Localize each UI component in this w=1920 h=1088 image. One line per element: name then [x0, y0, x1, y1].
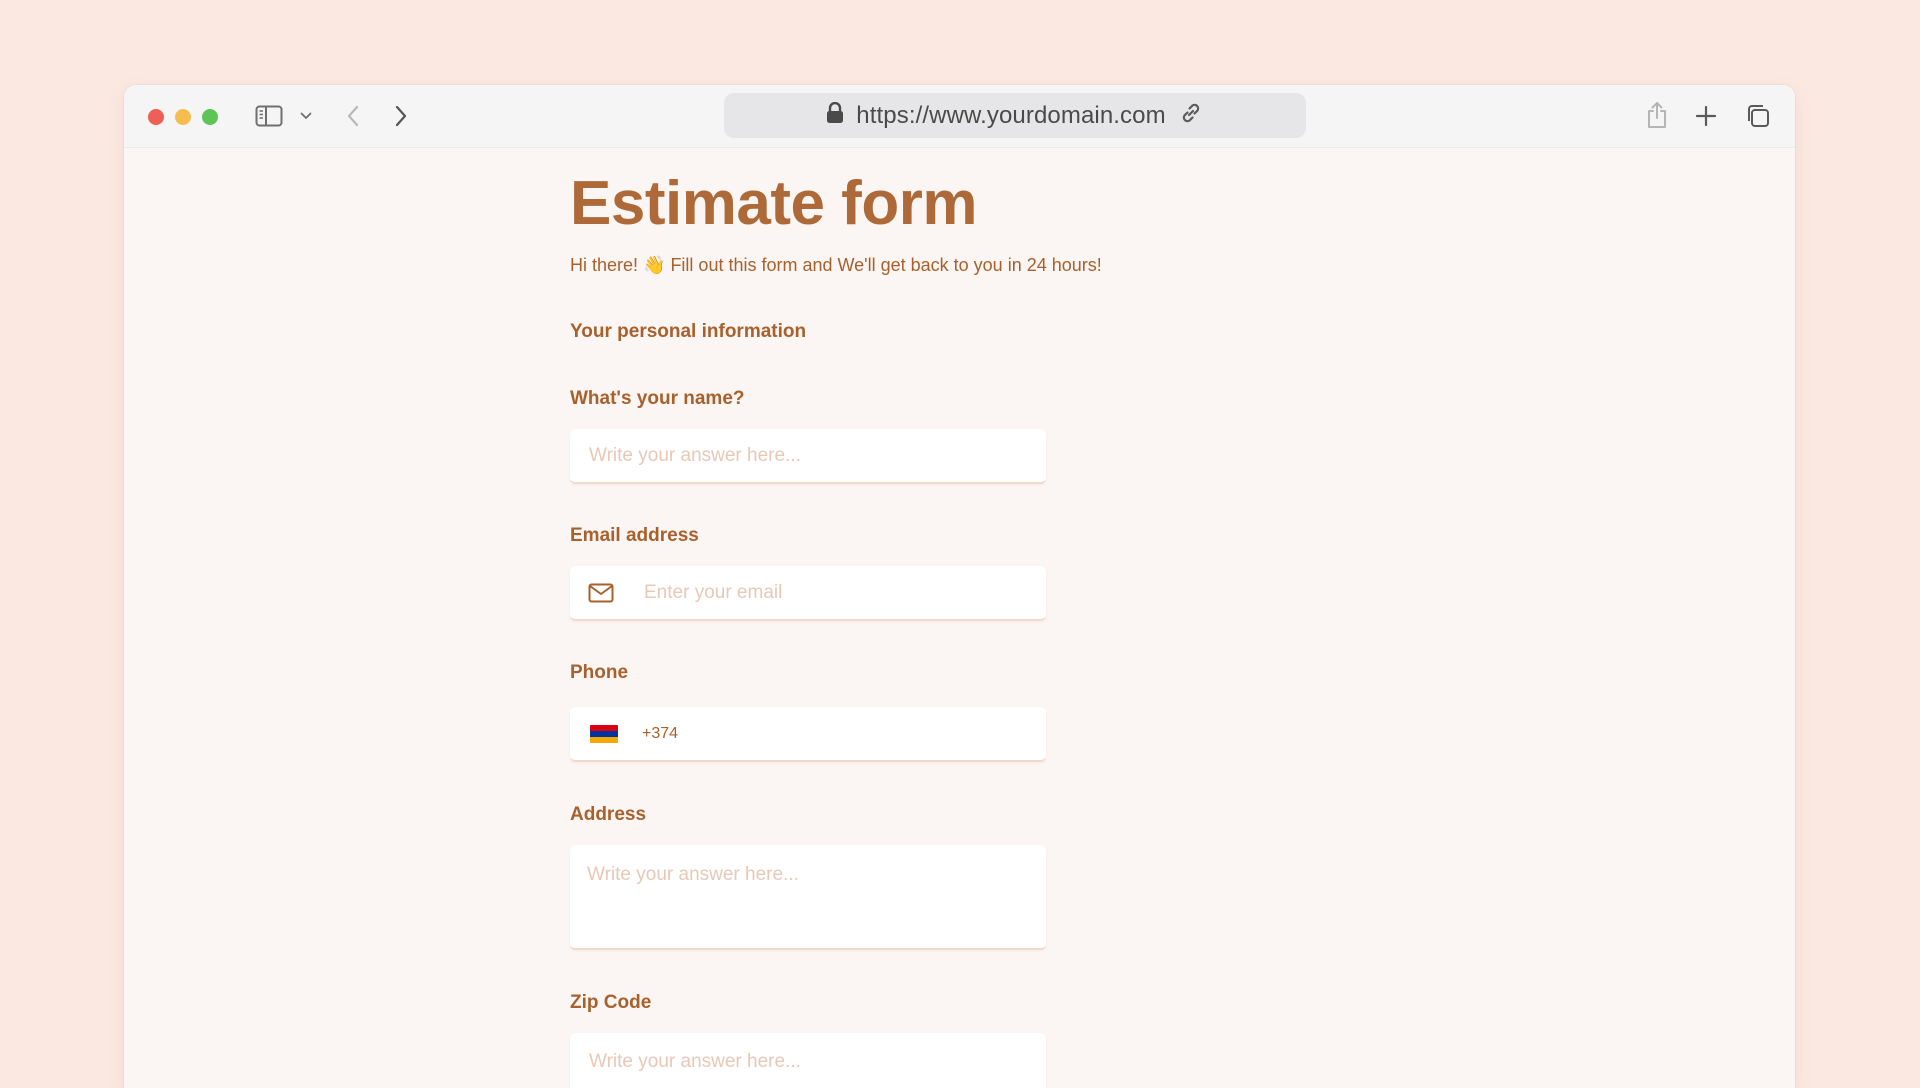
browser-window: https://www.yourdomain.com Estimate form…: [124, 85, 1795, 1088]
chevron-down-icon[interactable]: [298, 107, 314, 125]
minimize-window-button[interactable]: [175, 109, 191, 125]
phone-input[interactable]: +374: [570, 707, 1046, 762]
email-label: Email address: [570, 525, 699, 546]
lock-icon: [826, 101, 844, 129]
section-heading: Your personal information: [570, 321, 807, 342]
new-tab-icon[interactable]: [1692, 102, 1720, 130]
address-bar[interactable]: https://www.yourdomain.com: [724, 93, 1306, 138]
address-label: Address: [570, 804, 647, 825]
sidebar-toggle-icon[interactable]: [254, 103, 284, 129]
address-placeholder: Write your answer here...: [587, 864, 799, 885]
email-placeholder: Enter your email: [644, 581, 783, 603]
zip-placeholder: Write your answer here...: [589, 1051, 801, 1072]
name-label: What's your name?: [570, 388, 745, 409]
name-placeholder: Write your answer here...: [589, 444, 801, 466]
page-subtitle: Hi there! 👋 Fill out this form and We'll…: [570, 255, 1102, 275]
share-icon[interactable]: [1644, 100, 1670, 130]
page-title: Estimate form: [570, 169, 977, 238]
armenia-flag-icon[interactable]: [590, 724, 618, 743]
browser-toolbar: https://www.yourdomain.com: [124, 85, 1795, 148]
close-window-button[interactable]: [148, 109, 164, 125]
maximize-window-button[interactable]: [202, 109, 218, 125]
email-input[interactable]: Enter your email: [570, 566, 1046, 621]
link-icon[interactable]: [1178, 100, 1204, 131]
address-textarea[interactable]: Write your answer here...: [570, 845, 1046, 950]
zip-label: Zip Code: [570, 992, 652, 1013]
tab-overview-icon[interactable]: [1743, 101, 1773, 131]
zip-input[interactable]: Write your answer here...: [570, 1033, 1046, 1088]
name-input[interactable]: Write your answer here...: [570, 429, 1046, 484]
phone-label: Phone: [570, 662, 629, 683]
back-arrow-icon[interactable]: [342, 103, 364, 129]
mail-icon: [588, 583, 614, 603]
phone-country-code: +374: [642, 724, 679, 742]
url-text: https://www.yourdomain.com: [856, 101, 1166, 129]
forward-arrow-icon[interactable]: [390, 103, 412, 129]
